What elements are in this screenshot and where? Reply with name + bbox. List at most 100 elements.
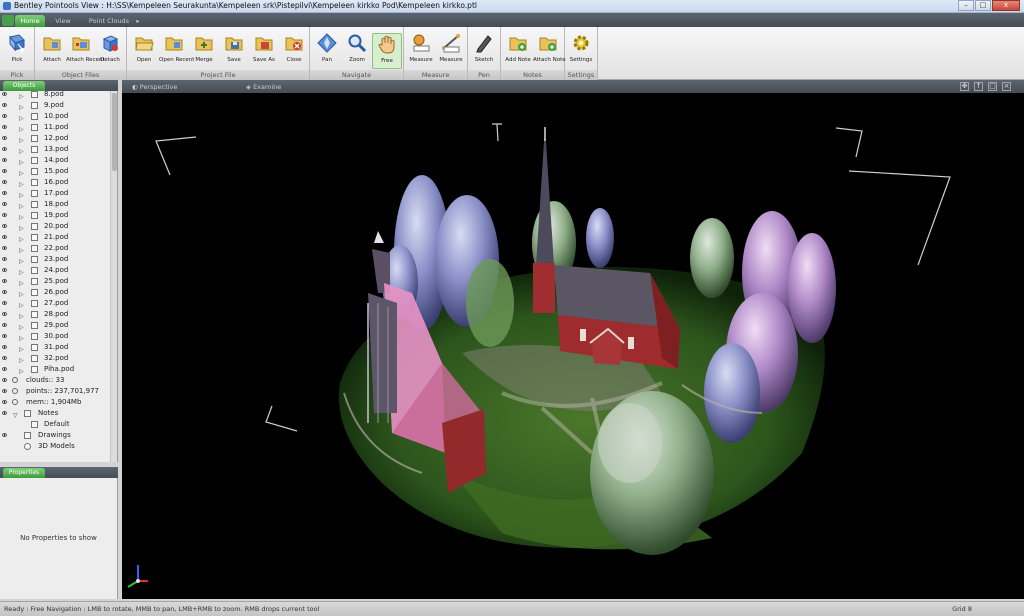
tree-row-pod[interactable]: ▷ Piha.pod	[0, 364, 110, 375]
tree-row-pod[interactable]: ▷ 19.pod	[0, 210, 110, 221]
view-close-icon[interactable]: ×	[1002, 82, 1011, 91]
zoom-button[interactable]: Zoom	[342, 33, 372, 69]
eye-icon[interactable]	[2, 92, 7, 96]
tree-row-pod[interactable]: ▷ 14.pod	[0, 155, 110, 166]
eye-icon[interactable]	[2, 180, 7, 184]
eye-icon[interactable]	[2, 290, 7, 294]
tree-row-3d-models[interactable]: 3D Models	[0, 441, 110, 452]
pod-name: 21.pod	[44, 233, 69, 241]
eye-icon[interactable]	[2, 433, 7, 437]
add-note-button[interactable]: Add Note	[503, 33, 533, 69]
tree-row-pod[interactable]: ▷ 31.pod	[0, 342, 110, 353]
objects-scrollbar[interactable]	[110, 91, 117, 462]
eye-icon[interactable]	[2, 202, 7, 206]
eye-icon[interactable]	[2, 224, 7, 228]
attach-recent-button[interactable]: Attach Recent	[66, 33, 105, 69]
eye-icon[interactable]	[2, 136, 7, 140]
eye-icon[interactable]	[2, 345, 7, 349]
detach-button[interactable]: Detach	[95, 33, 125, 69]
tree-row-pod[interactable]: ▷ 9.pod	[0, 100, 110, 111]
tab-overflow-arrow[interactable]: ▸	[134, 15, 142, 27]
tree-row-pod[interactable]: ▷ 13.pod	[0, 144, 110, 155]
minimize-button[interactable]: –	[958, 0, 974, 11]
maximize-button[interactable]: □	[975, 0, 991, 11]
tree-row-pod[interactable]: ▷ 30.pod	[0, 331, 110, 342]
tree-row-pod[interactable]: ▷ 12.pod	[0, 133, 110, 144]
settings-button[interactable]: Settings	[566, 33, 596, 69]
pick-button[interactable]: Pick	[2, 33, 32, 69]
tree-row-pod[interactable]: ▷ 10.pod	[0, 111, 110, 122]
eye-icon[interactable]	[2, 191, 7, 195]
sketch-button[interactable]: Sketch	[469, 33, 499, 69]
merge-button[interactable]: Merge	[189, 33, 219, 69]
tree-row-pod[interactable]: ▷ 25.pod	[0, 276, 110, 287]
eye-icon[interactable]	[2, 103, 7, 107]
eye-icon[interactable]	[2, 356, 7, 360]
save-as-button[interactable]: Save As	[249, 33, 279, 69]
save-button[interactable]: Save	[219, 33, 249, 69]
pan-button[interactable]: Pan	[312, 33, 342, 69]
tree-row-pod[interactable]: ▷ 8.pod	[0, 91, 110, 100]
tree-row-pod[interactable]: ▷ 22.pod	[0, 243, 110, 254]
eye-icon[interactable]	[2, 235, 7, 239]
eye-icon[interactable]	[2, 389, 7, 393]
eye-icon[interactable]	[2, 301, 7, 305]
measure-distance-button[interactable]: Measure	[436, 33, 466, 69]
tree-row-pod[interactable]: ▷ 24.pod	[0, 265, 110, 276]
eye-icon[interactable]	[2, 246, 7, 250]
attach-button[interactable]: Attach	[37, 33, 67, 69]
eye-icon[interactable]	[2, 312, 7, 316]
free-navigation-button[interactable]: Free	[372, 33, 402, 69]
eye-icon[interactable]	[2, 158, 7, 162]
eye-icon[interactable]	[2, 400, 7, 404]
close-button[interactable]: x	[992, 0, 1020, 11]
tree-row-pod[interactable]: ▷ 20.pod	[0, 221, 110, 232]
eye-icon[interactable]	[2, 257, 7, 261]
tree-row-drawings[interactable]: Drawings	[0, 430, 110, 441]
view-restore-icon[interactable]: ▢	[988, 82, 997, 91]
tree-row-pod[interactable]: ▷ 15.pod	[0, 166, 110, 177]
point-cloud-viewport[interactable]	[122, 93, 1024, 599]
measure-button[interactable]: Measure	[406, 33, 436, 69]
tree-row-pod[interactable]: ▷ 17.pod	[0, 188, 110, 199]
tab-view[interactable]: View	[49, 15, 77, 27]
eye-icon[interactable]	[2, 279, 7, 283]
eye-icon[interactable]	[2, 323, 7, 327]
tab-examine[interactable]: ◈ Examine	[246, 82, 281, 92]
tab-home[interactable]: Home	[15, 15, 45, 27]
tab-perspective[interactable]: ◐ Perspective	[132, 82, 177, 92]
eye-icon[interactable]	[2, 334, 7, 338]
scrollbar-thumb[interactable]	[112, 93, 117, 171]
eye-icon[interactable]	[2, 378, 7, 382]
eye-icon[interactable]	[2, 147, 7, 151]
tab-point-clouds[interactable]: Point Clouds	[83, 15, 135, 27]
tree-row-pod[interactable]: ▷ 29.pod	[0, 320, 110, 331]
tree-row-pod[interactable]: ▷ 23.pod	[0, 254, 110, 265]
eye-icon[interactable]	[2, 411, 7, 415]
tab-properties[interactable]: Properties	[3, 468, 45, 478]
tree-row-pod[interactable]: ▷ 28.pod	[0, 309, 110, 320]
tree-row-pod[interactable]: ▷ 18.pod	[0, 199, 110, 210]
app-menu-button[interactable]	[2, 15, 14, 26]
eye-icon[interactable]	[2, 213, 7, 217]
eye-icon[interactable]	[2, 125, 7, 129]
tree-row-notes[interactable]: ▽ Notes	[0, 408, 110, 419]
eye-icon[interactable]	[2, 367, 7, 371]
tree-row-pod[interactable]: ▷ 11.pod	[0, 122, 110, 133]
tree-row-pod[interactable]: ▷ 32.pod	[0, 353, 110, 364]
eye-icon[interactable]	[2, 268, 7, 272]
tree-row-pod[interactable]: ▷ 27.pod	[0, 298, 110, 309]
tab-objects[interactable]: Objects	[3, 81, 45, 91]
open-button[interactable]: Open	[129, 33, 159, 69]
view-move-icon[interactable]: ✥	[960, 82, 969, 91]
close-project-button[interactable]: Close	[279, 33, 309, 69]
tree-row-pod[interactable]: ▷ 26.pod	[0, 287, 110, 298]
tree-row-note[interactable]: Default	[0, 419, 110, 430]
eye-icon[interactable]	[2, 169, 7, 173]
attach-note-button[interactable]: Attach Note	[533, 33, 566, 69]
view-up-icon[interactable]: ↑	[974, 82, 983, 91]
eye-icon[interactable]	[2, 114, 7, 118]
tree-row-pod[interactable]: ▷ 21.pod	[0, 232, 110, 243]
tree-row-pod[interactable]: ▷ 16.pod	[0, 177, 110, 188]
open-recent-button[interactable]: Open Recent	[159, 33, 194, 69]
